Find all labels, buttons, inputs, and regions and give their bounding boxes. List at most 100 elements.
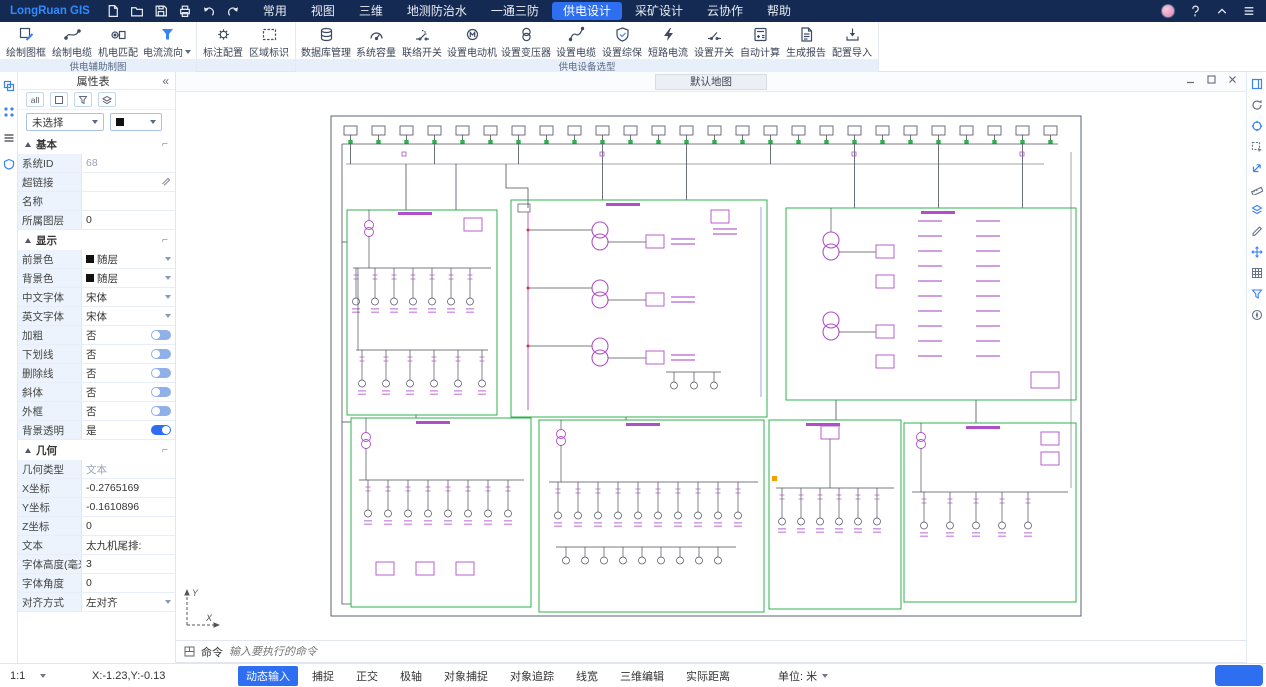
tie-switch-button[interactable]: 联络开关 [399,24,445,59]
text-field[interactable]: 太九机尾排: [82,536,175,554]
layers-icon[interactable] [1251,204,1263,216]
draw-frame-button[interactable]: 绘制图框 [3,24,49,59]
zoom-caret-icon[interactable] [40,674,46,678]
fit-view-icon[interactable] [1251,120,1263,132]
move-icon[interactable] [1251,246,1263,258]
config-import-button[interactable]: 配置导入 [829,24,875,59]
set-transformer-button[interactable]: 设置变压器 [499,24,553,59]
collapse-ribbon-icon[interactable] [1215,4,1229,18]
toggle-3d-edit[interactable]: 三维编辑 [612,666,672,686]
font-angle-field[interactable]: 0 [82,574,175,592]
section-header-geometry[interactable]: 几何⌐ [18,440,175,460]
menu-tab-common[interactable]: 常用 [252,2,298,20]
sidebar-toggle-icon[interactable] [1251,78,1263,90]
map-tab[interactable]: 默认地图 [655,74,767,90]
redo-button[interactable] [226,4,240,18]
strike-toggle[interactable] [151,368,171,378]
menu-tab-mining-design[interactable]: 采矿设计 [624,2,694,20]
refresh-icon[interactable] [1251,99,1263,111]
set-switch-button[interactable]: 设置开关 [691,24,737,59]
bold-toggle[interactable] [151,330,171,340]
bg-transparent-toggle[interactable] [151,425,171,435]
workspace-icon[interactable] [3,80,15,92]
object-type-select[interactable]: 未选择 [26,113,104,131]
y-coordinate-field[interactable]: -0.1610896 [82,498,175,516]
en-font-select[interactable]: 宋体 [82,307,175,325]
command-input[interactable] [229,646,1238,658]
close-button[interactable] [1227,74,1238,85]
menu-tab-power-design[interactable]: 供电设计 [552,2,622,20]
toggle-polar[interactable]: 极轴 [392,666,430,686]
filter-icon[interactable] [1251,288,1263,300]
z-coordinate-field[interactable]: 0 [82,517,175,535]
auto-calc-button[interactable]: 自动计算 [737,24,783,59]
zoom-level[interactable]: 1:1 [10,670,40,682]
avatar[interactable] [1161,4,1175,18]
measure-icon[interactable] [1251,183,1263,195]
set-protection-button[interactable]: 设置综保 [599,24,645,59]
toggle-actual-distance[interactable]: 实际距离 [678,666,738,686]
corner-widget[interactable] [1215,665,1263,686]
filter-button[interactable] [74,92,92,107]
print-button[interactable] [178,4,192,18]
toggle-ortho[interactable]: 正交 [348,666,386,686]
select-all-button[interactable]: all [26,92,44,107]
section-header-display[interactable]: 显示⌐ [18,230,175,250]
foreground-color-select[interactable]: 随层 [82,250,175,268]
region-mark-button[interactable]: 区域标识 [246,24,292,59]
frame-toggle[interactable] [151,406,171,416]
save-button[interactable] [154,4,168,18]
color-select[interactable] [110,113,162,131]
menu-tab-ventilation[interactable]: 一通三防 [480,2,550,20]
prop-value[interactable]: 0 [82,211,175,229]
minimize-button[interactable] [1185,74,1196,85]
menu-tab-cloud[interactable]: 云协作 [696,2,754,20]
generate-report-button[interactable]: 生成报告 [783,24,829,59]
compass-icon[interactable] [1251,309,1263,321]
background-color-select[interactable]: 随层 [82,269,175,287]
toggle-snap[interactable]: 捕捉 [304,666,342,686]
undo-button[interactable] [202,4,216,18]
toggle-object-track[interactable]: 对象追踪 [502,666,562,686]
plugin-icon[interactable] [3,158,15,170]
select-box-icon[interactable] [1251,141,1263,153]
unit-select[interactable]: 单位: 米 [778,668,828,684]
toggle-lineweight[interactable]: 线宽 [568,666,606,686]
widgets-icon[interactable] [3,106,15,118]
edit-pencil-icon[interactable] [161,177,171,187]
set-cable-button[interactable]: 设置电缆 [553,24,599,59]
menu-tab-view[interactable]: 视图 [300,2,346,20]
new-file-button[interactable] [106,4,120,18]
menu-tab-geology-water[interactable]: 地测防治水 [396,2,478,20]
short-circuit-button[interactable]: 短路电流 [645,24,691,59]
set-motor-button[interactable]: 设置电动机 [445,24,499,59]
menu-tab-help[interactable]: 帮助 [756,2,802,20]
electromech-match-button[interactable]: 机电匹配 [95,24,141,59]
section-header-basic[interactable]: 基本⌐ [18,134,175,154]
cn-font-select[interactable]: 宋体 [82,288,175,306]
font-height-field[interactable]: 3 [82,555,175,573]
prop-value-hyperlink[interactable] [82,173,175,191]
italic-toggle[interactable] [151,387,171,397]
system-capacity-button[interactable]: 系统容量 [353,24,399,59]
underline-toggle[interactable] [151,349,171,359]
database-manage-button[interactable]: 数据库管理 [299,24,353,59]
edit-pen-icon[interactable] [1251,225,1263,237]
drawing-viewport[interactable]: Y X [176,92,1246,640]
align-select[interactable]: 左对齐 [82,593,175,611]
collapse-panel-button[interactable]: « [162,74,169,88]
current-flow-button[interactable]: 电流流向 [141,24,193,59]
box-select-button[interactable] [50,92,68,107]
toggle-object-snap[interactable]: 对象捕捉 [436,666,496,686]
maximize-button[interactable] [1206,74,1217,85]
panel-menu-icon[interactable] [3,132,15,144]
layers-button[interactable] [98,92,116,107]
draw-cable-button[interactable]: 绘制电缆 [49,24,95,59]
toggle-dynamic-input[interactable]: 动态输入 [238,666,298,686]
menu-icon[interactable] [1242,4,1256,18]
menu-tab-3d[interactable]: 三维 [348,2,394,20]
annotation-config-button[interactable]: 标注配置 [200,24,246,59]
open-file-button[interactable] [130,4,144,18]
prop-value[interactable] [82,192,175,210]
x-coordinate-field[interactable]: -0.2765169 [82,479,175,497]
